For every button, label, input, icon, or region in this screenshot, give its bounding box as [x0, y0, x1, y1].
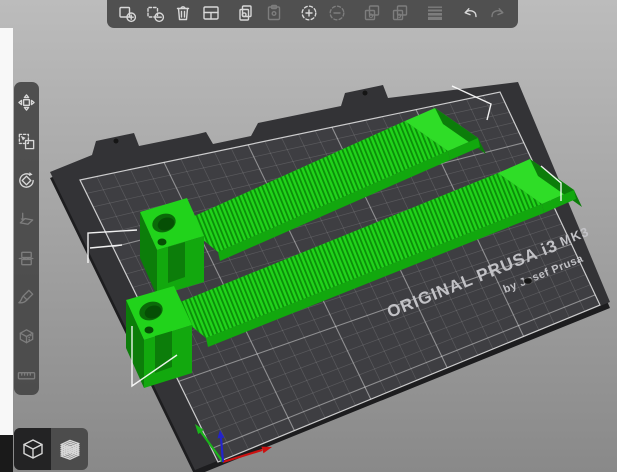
page-margin-left	[0, 28, 13, 435]
remove-instance-button	[323, 0, 351, 26]
variable-layer-height-icon	[425, 3, 445, 23]
add-object-button[interactable]	[113, 0, 141, 26]
comb-front-small-hole	[145, 327, 154, 334]
paste-icon	[264, 3, 284, 23]
comb-front-slot	[155, 331, 172, 373]
measure-button	[14, 362, 39, 388]
bottom-left-corner-block	[0, 435, 13, 472]
rotate-icon	[17, 171, 36, 190]
delete-object-icon	[145, 3, 165, 23]
bed-mount-hole	[363, 91, 368, 96]
redo-icon	[488, 3, 508, 23]
copy-icon	[236, 3, 256, 23]
undo-button[interactable]	[456, 0, 484, 26]
delete-all-icon	[173, 3, 193, 23]
delete-all-button[interactable]	[169, 0, 197, 26]
add-instance-icon	[299, 3, 319, 23]
cut-button	[14, 245, 39, 271]
place-on-face-button	[14, 206, 39, 232]
top-toolbar: op	[107, 0, 518, 28]
view-3d-editor-button[interactable]	[14, 428, 51, 470]
paint-supports-icon	[17, 288, 36, 307]
seam-painting-icon	[17, 327, 36, 346]
add-object-icon	[117, 3, 137, 23]
scale-icon	[17, 132, 36, 151]
move-icon	[17, 93, 36, 112]
remove-instance-icon	[327, 3, 347, 23]
bed-mount-hole	[114, 139, 119, 144]
split-to-parts-badge: p	[397, 12, 402, 20]
bed-screw-hole	[524, 278, 532, 284]
paint-supports-button	[14, 284, 39, 310]
view-preview-button[interactable]	[51, 428, 88, 470]
view-preview-icon	[57, 436, 83, 462]
gizmo-toolbar	[14, 82, 39, 395]
view-3d-editor-icon	[20, 436, 46, 462]
paste-button	[260, 0, 288, 26]
comb-rear-small-hole	[158, 239, 167, 246]
place-on-face-icon	[17, 210, 36, 229]
scale-button[interactable]	[14, 128, 39, 154]
measure-icon	[17, 366, 36, 385]
3d-viewport[interactable]: ORIGINAL PRUSA i3MK3 by Josef Prusa	[0, 0, 628, 472]
arrange-icon	[201, 3, 221, 23]
split-to-objects-button: o	[358, 0, 386, 26]
split-to-objects-badge: o	[369, 12, 374, 20]
split-to-parts-button: p	[386, 0, 414, 26]
arrange-button[interactable]	[197, 0, 225, 26]
cut-icon	[17, 249, 36, 268]
undo-icon	[460, 3, 480, 23]
copy-button[interactable]	[232, 0, 260, 26]
move-button[interactable]	[14, 89, 39, 115]
rotate-button[interactable]	[14, 167, 39, 193]
view-mode-toolbar	[14, 428, 88, 470]
redo-button	[484, 0, 512, 26]
seam-painting-button	[14, 323, 39, 349]
page-margin-right	[617, 0, 628, 472]
delete-object-button[interactable]	[141, 0, 169, 26]
scene-canvas[interactable]: ORIGINAL PRUSA i3MK3 by Josef Prusa	[0, 0, 628, 472]
comb-rear-slot	[168, 242, 185, 283]
variable-layer-height-button	[421, 0, 449, 26]
add-instance-button[interactable]	[295, 0, 323, 26]
